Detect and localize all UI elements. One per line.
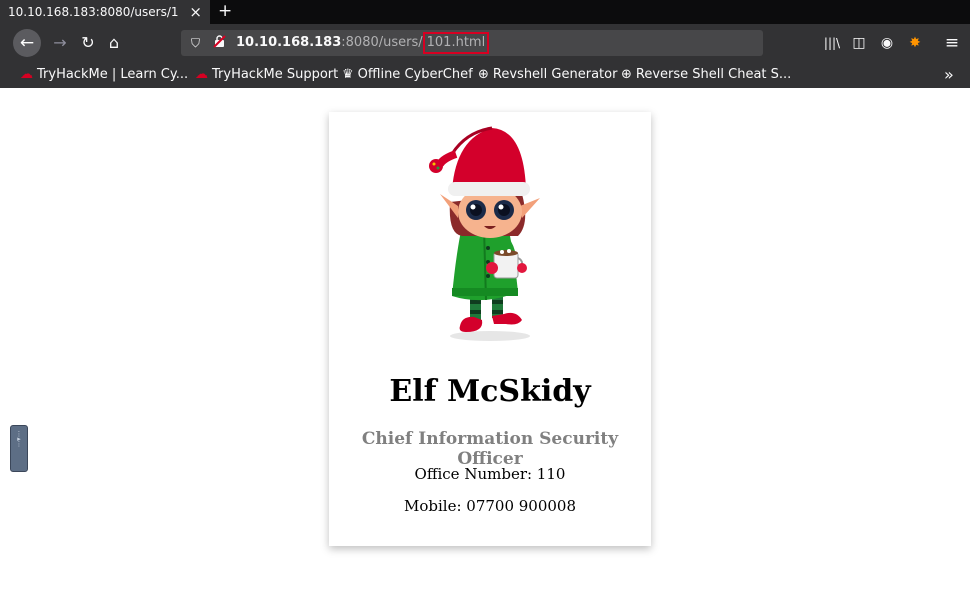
tab-strip: 10.10.168.183:8080/users/1 × +: [0, 0, 970, 24]
bookmark-cyberchef[interactable]: ♛ Offline CyberChef: [342, 62, 473, 88]
tab-active[interactable]: 10.10.168.183:8080/users/1 ×: [0, 0, 210, 24]
bookmark-tryhackme[interactable]: ☁ TryHackMe | Learn Cy...: [20, 62, 188, 88]
url-path: :8080/users/: [341, 35, 423, 50]
cloud-icon: ☁: [195, 67, 208, 82]
forward-icon[interactable]: →: [50, 30, 70, 56]
bookmark-revshell-generator[interactable]: ⊕ Revshell Generator: [478, 62, 617, 88]
profile-title: Chief Information Security Officer: [361, 429, 619, 469]
reload-icon[interactable]: ↻: [78, 30, 98, 56]
side-panel-handle[interactable]: ⋮ ▸ ⋮: [10, 425, 28, 472]
close-tab-icon[interactable]: ×: [189, 0, 202, 24]
bookmark-label: TryHackMe Support: [212, 67, 339, 82]
profile-office-number: Office Number: 110: [414, 465, 566, 483]
url-text[interactable]: 10.10.168.183:8080/users/101.html: [236, 30, 490, 56]
bookmark-label: Offline CyberChef: [357, 67, 473, 82]
new-tab-button[interactable]: +: [218, 0, 232, 22]
bookmarks-overflow-icon[interactable]: »: [944, 62, 954, 88]
sidebar-icon[interactable]: ◫: [849, 30, 869, 56]
bookmark-reverse-shell-cheat[interactable]: ⊕ Reverse Shell Cheat S...: [621, 62, 791, 88]
chef-hat-icon: ♛: [342, 67, 354, 82]
url-host: 10.10.168.183: [236, 35, 342, 50]
home-icon[interactable]: ⌂: [104, 30, 124, 56]
bookmark-label: TryHackMe | Learn Cy...: [37, 67, 189, 82]
tracking-shield-icon[interactable]: ⛉: [191, 30, 200, 56]
url-bar[interactable]: ⛉ 10.10.168.183:8080/users/101.html: [181, 30, 763, 56]
library-icon[interactable]: |||\: [821, 30, 843, 56]
menu-icon[interactable]: ≡: [942, 30, 962, 56]
back-button[interactable]: ←: [13, 29, 41, 57]
profile-card: Elf McSkidy Chief Information Security O…: [329, 112, 651, 546]
extension-icon[interactable]: ✸: [905, 30, 925, 56]
profile-mobile: Mobile: 07700 900008: [403, 497, 577, 515]
grip-icon: ⋮ ▸ ⋮: [15, 430, 23, 448]
account-icon[interactable]: ◉: [877, 30, 897, 56]
bookmark-label: Reverse Shell Cheat S...: [635, 67, 792, 82]
globe-icon: ⊕: [478, 67, 489, 82]
insecure-lock-icon[interactable]: [213, 30, 226, 56]
globe-icon: ⊕: [621, 67, 632, 82]
cloud-icon: ☁: [20, 67, 33, 82]
url-highlighted-segment: 101.html: [422, 32, 490, 54]
tab-title: 10.10.168.183:8080/users/1: [8, 5, 179, 19]
elf-illustration: [422, 124, 558, 344]
bookmarks-toolbar: ☁ TryHackMe | Learn Cy... ☁ TryHackMe Supp…: [0, 62, 970, 88]
profile-name: Elf McSkidy: [389, 374, 591, 409]
back-arrow-icon: ←: [19, 33, 35, 53]
bookmark-tryhackme-support[interactable]: ☁ TryHackMe Support: [195, 62, 338, 88]
bookmark-label: Revshell Generator: [492, 67, 618, 82]
